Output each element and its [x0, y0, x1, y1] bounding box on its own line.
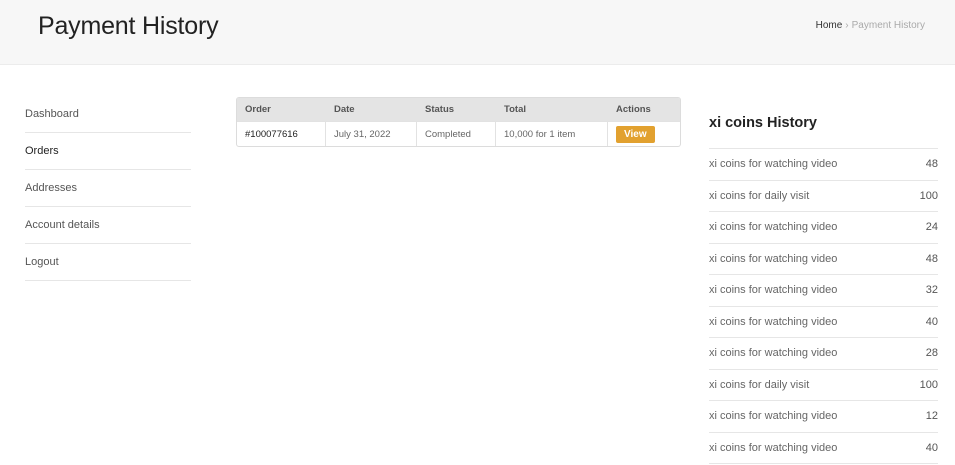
- sidebar-item-account-details[interactable]: Account details: [25, 207, 191, 244]
- column-header-actions: Actions: [608, 98, 680, 121]
- column-header-date: Date: [326, 98, 417, 121]
- sidebar-item-logout[interactable]: Logout: [25, 244, 191, 281]
- coin-label: xi coins for watching video: [709, 221, 838, 233]
- order-date: July 31, 2022: [326, 121, 417, 146]
- column-header-total: Total: [496, 98, 608, 121]
- list-item: xi coins for watching video 40: [709, 307, 938, 338]
- coin-label: xi coins for daily visit: [709, 189, 810, 202]
- breadcrumb: Home › Payment History: [816, 20, 925, 31]
- coins-history-title: xi coins History: [709, 110, 938, 149]
- coins-history-panel: xi coins History xi coins for watching v…: [709, 110, 938, 464]
- sidebar-item-orders[interactable]: Orders: [25, 133, 191, 170]
- coin-amount: 40: [925, 315, 938, 328]
- breadcrumb-home-link[interactable]: Home: [816, 20, 843, 31]
- coin-label: xi coins for watching video: [709, 347, 838, 359]
- list-item: xi coins for watching video 48: [709, 244, 938, 275]
- coin-amount: 48: [925, 158, 938, 170]
- sidebar-item-dashboard[interactable]: Dashboard: [25, 96, 191, 133]
- table-row: #100077616 July 31, 2022 Completed 10,00…: [237, 121, 680, 146]
- coin-amount: 28: [925, 347, 938, 359]
- list-item: xi coins for watching video 24: [709, 212, 938, 244]
- list-item: xi coins for watching video 40: [709, 433, 938, 464]
- coin-amount: 48: [925, 252, 938, 265]
- order-status: Completed: [417, 121, 496, 146]
- coin-amount: 32: [925, 284, 938, 296]
- order-total: 10,000 for 1 item: [496, 121, 608, 146]
- coin-label: xi coins for watching video: [709, 315, 838, 328]
- list-item: xi coins for daily visit 100: [709, 370, 938, 401]
- coin-label: xi coins for watching video: [709, 158, 838, 170]
- column-header-status: Status: [417, 98, 496, 121]
- coin-label: xi coins for watching video: [709, 410, 838, 422]
- coin-label: xi coins for daily visit: [709, 378, 810, 391]
- coin-amount: 24: [925, 221, 938, 233]
- coin-label: xi coins for watching video: [709, 284, 838, 296]
- list-item: xi coins for watching video 32: [709, 275, 938, 307]
- list-item: xi coins for watching video 12: [709, 401, 938, 433]
- column-header-order: Order: [237, 98, 326, 121]
- list-item: xi coins for watching video 28: [709, 338, 938, 370]
- coin-label: xi coins for watching video: [709, 252, 838, 265]
- sidebar-item-addresses[interactable]: Addresses: [25, 170, 191, 207]
- order-number-link[interactable]: #100077616: [237, 121, 326, 146]
- list-item: xi coins for watching video 48: [709, 149, 938, 181]
- page-header: Payment History Home › Payment History: [0, 0, 955, 65]
- coin-amount: 100: [919, 189, 938, 202]
- account-sidebar: Dashboard Orders Addresses Account detai…: [25, 96, 191, 281]
- coin-amount: 40: [925, 441, 938, 454]
- order-actions: View: [608, 121, 680, 146]
- list-item: xi coins for daily visit 100: [709, 181, 938, 212]
- orders-table-header: Order Date Status Total Actions: [237, 98, 680, 121]
- breadcrumb-current: Payment History: [851, 20, 925, 31]
- orders-table: Order Date Status Total Actions #1000776…: [236, 97, 681, 147]
- page-title: Payment History: [38, 12, 219, 40]
- coin-amount: 100: [919, 378, 938, 391]
- coin-amount: 12: [925, 410, 938, 422]
- coin-label: xi coins for watching video: [709, 441, 838, 454]
- breadcrumb-separator: ›: [845, 20, 849, 31]
- view-order-button[interactable]: View: [616, 125, 655, 143]
